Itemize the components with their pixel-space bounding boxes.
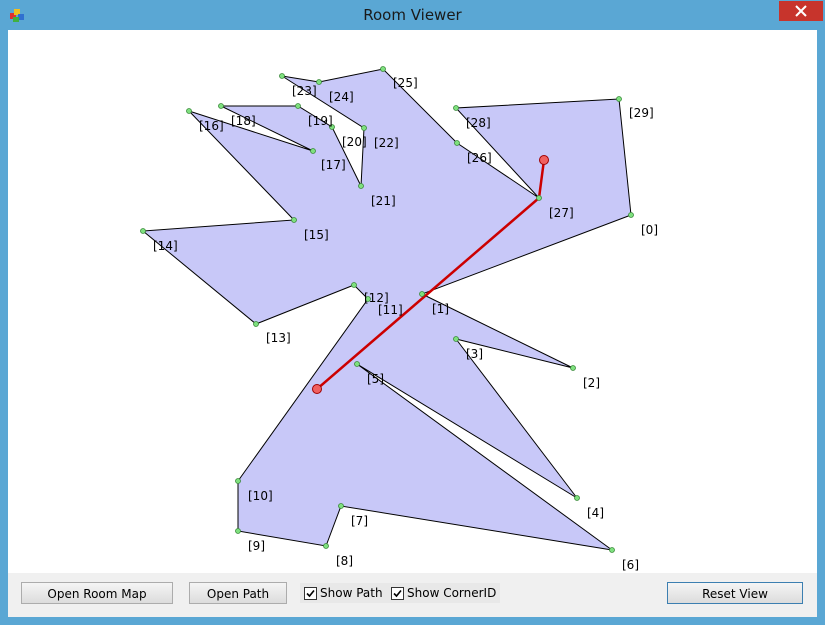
corner-point	[186, 108, 192, 114]
corner-point	[361, 125, 367, 131]
corner-id-label: [24]	[329, 90, 354, 104]
corner-point	[235, 528, 241, 534]
corner-id-label: [29]	[629, 106, 654, 120]
corner-point	[295, 103, 301, 109]
corner-point	[291, 217, 297, 223]
corner-id-label: [0]	[641, 223, 658, 237]
open-room-map-button[interactable]: Open Room Map	[21, 582, 173, 604]
path-start-point	[539, 155, 549, 165]
corner-point	[140, 228, 146, 234]
corner-point	[380, 66, 386, 72]
path-end-point	[312, 384, 322, 394]
corner-id-label: [4]	[587, 506, 604, 520]
corner-point	[338, 503, 344, 509]
corner-point	[628, 212, 634, 218]
corner-point	[419, 291, 425, 297]
corner-point	[570, 365, 576, 371]
checkmark-icon	[393, 589, 402, 597]
corner-point	[323, 543, 329, 549]
corner-id-label: [1]	[432, 302, 449, 316]
corner-id-label: [21]	[371, 194, 396, 208]
corner-id-label: [9]	[248, 539, 265, 553]
corner-point	[536, 195, 542, 201]
corner-point	[609, 547, 615, 553]
corner-id-label: [8]	[336, 554, 353, 568]
corner-id-label: [18]	[231, 114, 256, 128]
reset-view-button[interactable]: Reset View	[667, 582, 803, 604]
window-title: Room Viewer	[363, 6, 462, 24]
corner-id-label: [17]	[321, 158, 346, 172]
close-button[interactable]	[779, 1, 823, 21]
show-cornerid-check-box[interactable]	[391, 586, 404, 600]
corner-point	[218, 103, 224, 109]
corner-point	[616, 96, 622, 102]
corner-id-label: [19]	[308, 114, 333, 128]
corner-id-label: [20]	[342, 135, 367, 149]
corner-point	[235, 478, 241, 484]
corner-id-label: [23]	[292, 84, 317, 98]
corner-point	[354, 361, 360, 367]
corner-point	[310, 148, 316, 154]
corner-id-label: [14]	[153, 239, 178, 253]
client-area: [0] [1] [2] [3] [4] [5] [6] [7] [8] [9] [10] [11] [1…	[8, 30, 817, 617]
corner-point	[453, 336, 459, 342]
show-cornerid-checkbox[interactable]: Show CornerID	[391, 584, 496, 602]
corner-point	[279, 73, 285, 79]
corner-id-label: [11]	[378, 303, 403, 317]
corner-id-label: [6]	[622, 558, 639, 572]
corner-id-label: [26]	[467, 151, 492, 165]
corner-id-label: [12]	[364, 291, 389, 305]
corner-id-label: [15]	[304, 228, 329, 242]
corner-point	[358, 183, 364, 189]
room-canvas[interactable]: [0] [1] [2] [3] [4] [5] [6] [7] [8] [9] [10] [11] [1…	[8, 30, 817, 573]
corner-point	[574, 495, 580, 501]
corner-id-label: [13]	[266, 331, 291, 345]
corner-id-label: [28]	[466, 116, 491, 130]
show-path-check-box[interactable]	[304, 586, 317, 600]
corner-point	[351, 282, 357, 288]
corner-point	[316, 79, 322, 85]
corner-point	[454, 140, 460, 146]
corner-id-label: [10]	[248, 489, 273, 503]
corner-id-label: [16]	[199, 119, 224, 133]
close-icon	[795, 5, 807, 17]
corner-id-label: [7]	[351, 514, 368, 528]
corner-id-label: [2]	[583, 376, 600, 390]
corner-point	[253, 321, 259, 327]
corner-id-label: [22]	[374, 136, 399, 150]
open-path-button[interactable]: Open Path	[189, 582, 287, 604]
corner-id-label: [25]	[393, 76, 418, 90]
checkmark-icon	[306, 589, 315, 597]
corner-point	[453, 105, 459, 111]
show-cornerid-label: Show CornerID	[407, 586, 497, 600]
show-path-label: Show Path	[320, 586, 383, 600]
corner-id-label: [27]	[549, 206, 574, 220]
corner-id-label: [5]	[367, 372, 384, 386]
room-viewer-window: Room Viewer [0] [1] [2] [3] [4] [5] [6] [7] [8] […	[0, 0, 825, 625]
room-map[interactable]: [0][1][2][3][4][5][6][7][8][9][10][11][1…	[8, 30, 817, 573]
show-path-checkbox[interactable]: Show Path	[304, 584, 383, 602]
title-bar[interactable]: Room Viewer	[0, 0, 825, 30]
corner-id-label: [3]	[466, 347, 483, 361]
